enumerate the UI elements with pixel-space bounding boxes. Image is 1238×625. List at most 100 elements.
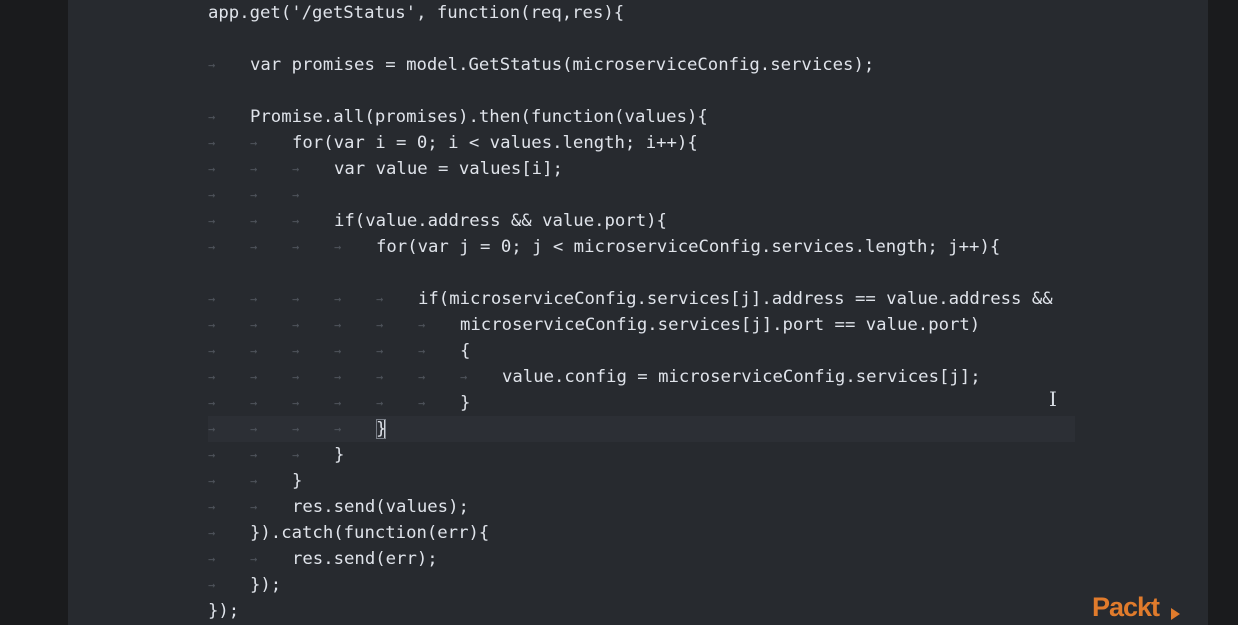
code-line-14[interactable]: → → → → → → {: [208, 338, 470, 364]
code-text: }).catch(function(err){: [250, 523, 490, 543]
code-line-15[interactable]: → → → → → → → value.config = microserviceConfig…: [208, 364, 981, 390]
tab-marker: →: [292, 188, 300, 202]
tab-marker: →: [292, 214, 300, 228]
tab-marker: →: [418, 370, 426, 384]
code-line-16[interactable]: → → → → → →}: [208, 390, 470, 416]
tab-marker: →: [250, 344, 258, 358]
code-line-9[interactable]: → → → if(value.address && value.port){: [208, 208, 667, 234]
packt-logo: Packt: [1092, 592, 1160, 622]
tab-marker: →: [376, 370, 384, 384]
code-line-17-active[interactable]: → → → →}: [208, 416, 1075, 442]
tab-marker: →: [208, 552, 216, 566]
tab-marker: →: [208, 292, 216, 306]
tab-marker: →: [334, 370, 342, 384]
code-line-19[interactable]: → →}: [208, 468, 302, 494]
tab-marker: →: [250, 292, 258, 306]
tab-marker: →: [208, 474, 216, 488]
code-area[interactable]: app.get('/getStatus', function(req,res){…: [208, 0, 1208, 625]
tab-marker: →: [250, 370, 258, 384]
tab-marker: →: [208, 500, 216, 514]
tab-marker: →: [208, 110, 216, 124]
tab-marker: →: [208, 526, 216, 540]
code-line-21[interactable]: → }).catch(function(err){: [208, 520, 489, 546]
code-text: }: [334, 445, 345, 465]
code-text: for(var j = 0; j < microserviceConfig.se…: [376, 237, 1001, 257]
code-text: for(var i = 0; i < values.length; i++){: [292, 133, 698, 153]
tab-marker: →: [250, 474, 258, 488]
code-text: var value = values[i];: [334, 159, 563, 179]
code-text: res.send(values);: [292, 497, 469, 517]
code-editor[interactable]: app.get('/getStatus', function(req,res){…: [68, 0, 1208, 625]
tab-marker: →: [250, 162, 258, 176]
tab-marker: →: [376, 318, 384, 332]
tab-marker: →: [250, 396, 258, 410]
tab-marker: →: [250, 318, 258, 332]
tab-marker: →: [334, 422, 342, 436]
tab-marker: →: [208, 578, 216, 592]
code-line-1[interactable]: app.get('/getStatus', function(req,res){: [208, 0, 624, 26]
tab-marker: →: [334, 292, 342, 306]
tab-marker: →: [292, 422, 300, 436]
code-line-5[interactable]: → Promise.all(promises).then(function(val…: [208, 104, 708, 130]
code-line-12[interactable]: → → → → → if(microserviceConfig.services[j].a…: [208, 286, 1053, 312]
text-cursor: [384, 419, 387, 439]
code-line-8[interactable]: → → →: [208, 182, 334, 208]
tab-marker: →: [250, 136, 258, 150]
tab-marker: →: [418, 396, 426, 410]
tab-marker: →: [208, 318, 216, 332]
tab-marker: →: [208, 448, 216, 462]
logo-arrow-icon: [1171, 608, 1180, 620]
tab-marker: →: [250, 240, 258, 254]
tab-marker: →: [334, 396, 342, 410]
code-line-22[interactable]: → → res.send(err);: [208, 546, 438, 572]
tab-marker: →: [376, 292, 384, 306]
code-line-24[interactable]: });: [208, 598, 239, 624]
code-line-20[interactable]: → → res.send(values);: [208, 494, 469, 520]
tab-marker: →: [376, 344, 384, 358]
text-select-cursor-icon: I: [1049, 387, 1057, 411]
tab-marker: →: [292, 318, 300, 332]
tab-marker: →: [208, 240, 216, 254]
tab-marker: →: [250, 422, 258, 436]
tab-marker: →: [208, 344, 216, 358]
tab-marker: →: [334, 344, 342, 358]
code-line-7[interactable]: → → → var value = values[i];: [208, 156, 563, 182]
tab-marker: →: [208, 162, 216, 176]
code-text: if(microserviceConfig.services[j].addres…: [418, 289, 1053, 309]
code-text: Promise.all(promises).then(function(valu…: [250, 107, 708, 127]
code-text: }: [460, 393, 471, 413]
tab-marker: →: [376, 396, 384, 410]
tab-marker: →: [418, 344, 426, 358]
tab-marker: →: [460, 370, 468, 384]
tab-marker: →: [292, 292, 300, 306]
code-text: {: [460, 341, 471, 361]
tab-marker: →: [208, 422, 216, 436]
code-line-6[interactable]: → → for(var i = 0; i < values.length; i++)…: [208, 130, 698, 156]
code-text: var promises = model.GetStatus(microserv…: [250, 55, 875, 75]
tab-marker: →: [292, 344, 300, 358]
tab-marker: →: [250, 188, 258, 202]
code-line-10[interactable]: → → → → for(var j = 0; j < microserviceConfi…: [208, 234, 1000, 260]
code-line-23[interactable]: →});: [208, 572, 281, 598]
tab-marker: →: [208, 188, 216, 202]
tab-marker: →: [208, 136, 216, 150]
tab-marker: →: [208, 58, 216, 72]
code-text: if(value.address && value.port){: [334, 211, 667, 231]
code-text: value.config = microserviceConfig.servic…: [502, 367, 981, 387]
tab-marker: →: [292, 162, 300, 176]
tab-marker: →: [250, 552, 258, 566]
tab-marker: →: [292, 396, 300, 410]
tab-marker: →: [250, 448, 258, 462]
tab-marker: →: [208, 396, 216, 410]
tab-marker: →: [208, 214, 216, 228]
tab-marker: →: [292, 448, 300, 462]
tab-marker: →: [334, 318, 342, 332]
code-line-18[interactable]: → → →}: [208, 442, 344, 468]
tab-marker: →: [250, 500, 258, 514]
tab-marker: →: [292, 370, 300, 384]
code-line-3[interactable]: → var promises = model.GetStatus(microser…: [208, 52, 874, 78]
code-text: microserviceConfig.services[j].port == v…: [460, 315, 981, 335]
tab-marker: →: [292, 240, 300, 254]
code-line-13[interactable]: → → → → → → microserviceConfig.services[j].por…: [208, 312, 980, 338]
code-text: app.get('/getStatus', function(req,res){: [208, 3, 625, 23]
